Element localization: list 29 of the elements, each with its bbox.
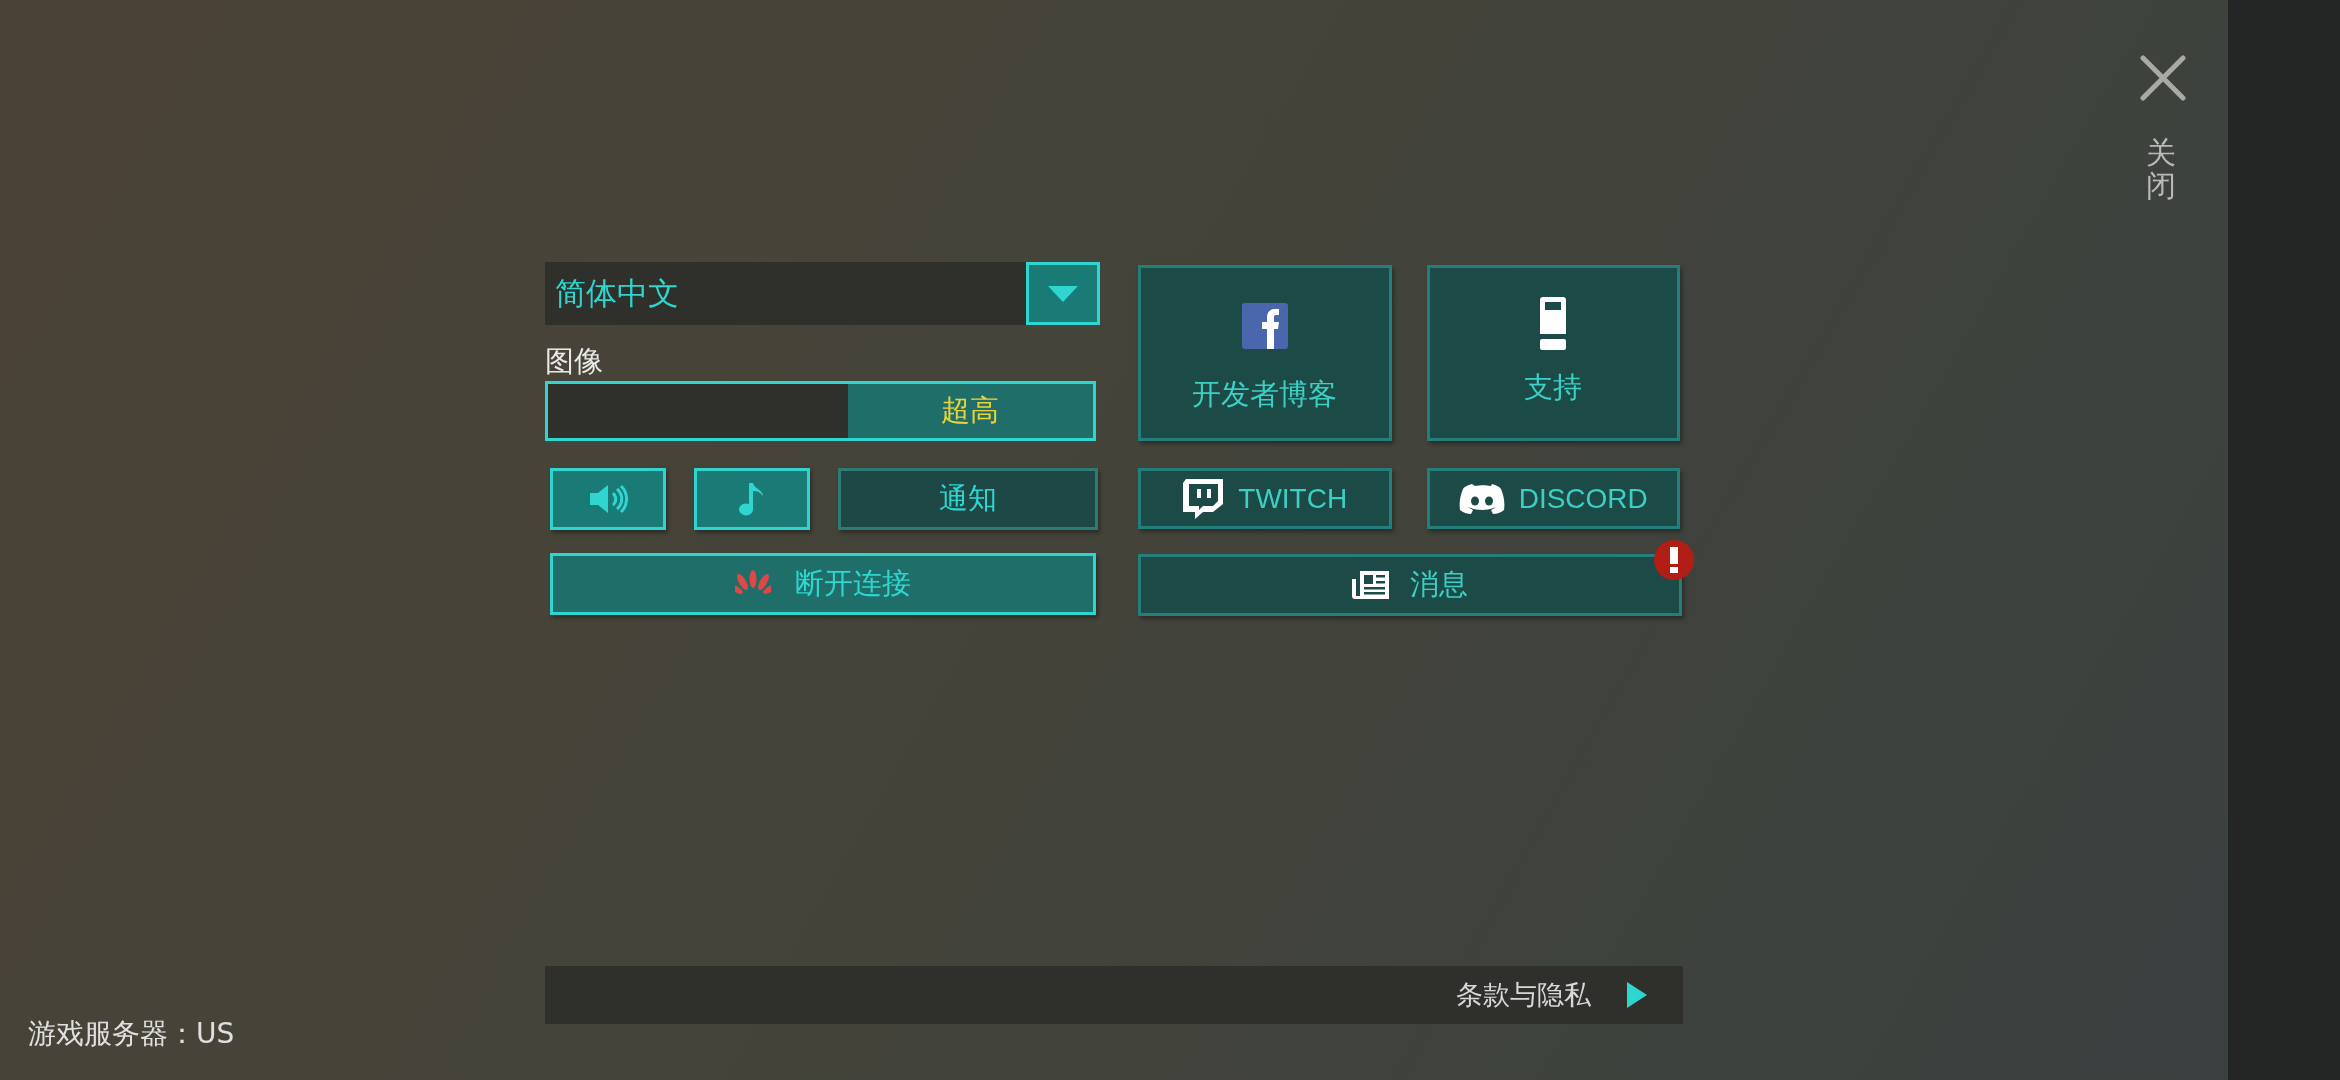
twitch-button[interactable]: TWITCH: [1138, 468, 1392, 529]
chat-bubble-icon: [1182, 477, 1225, 520]
discord-button[interactable]: DISCORD: [1426, 468, 1680, 529]
graphics-slider[interactable]: 超高: [545, 381, 1096, 441]
game-controller-face-icon: [1458, 481, 1505, 516]
close-label[interactable]: 关闭: [2146, 136, 2176, 202]
graphics-value: 超高: [941, 392, 1000, 430]
news-button[interactable]: 消息: [1138, 554, 1682, 616]
cup-icon: [1538, 296, 1569, 353]
graphics-label: 图像: [545, 343, 603, 379]
play-arrow-icon[interactable]: [1627, 982, 1647, 1008]
support-tile[interactable]: 支持: [1426, 265, 1680, 441]
graphics-thumb[interactable]: 超高: [847, 384, 1093, 438]
newspaper-icon: [1352, 570, 1390, 600]
language-value: 简体中文: [554, 274, 679, 314]
terms-link[interactable]: 条款与隐私: [1456, 974, 1591, 1016]
dropdown-button[interactable]: [1026, 262, 1100, 325]
speaker-icon: [588, 483, 628, 515]
caret-icon: [1048, 285, 1078, 302]
blog-tile[interactable]: 开发者博客: [1138, 265, 1392, 441]
sound-toggle[interactable]: [550, 468, 666, 530]
facebook-icon: [1241, 303, 1288, 350]
notification-toggle[interactable]: 通知: [838, 468, 1098, 530]
server-label: 游戏服务器：US: [28, 1016, 235, 1052]
close-button[interactable]: [2140, 55, 2186, 101]
language-dropdown[interactable]: 简体中文: [545, 262, 1100, 325]
close-icon: [2140, 55, 2186, 101]
music-toggle[interactable]: [694, 468, 810, 530]
disconnect-button[interactable]: 断开连接: [550, 553, 1096, 615]
